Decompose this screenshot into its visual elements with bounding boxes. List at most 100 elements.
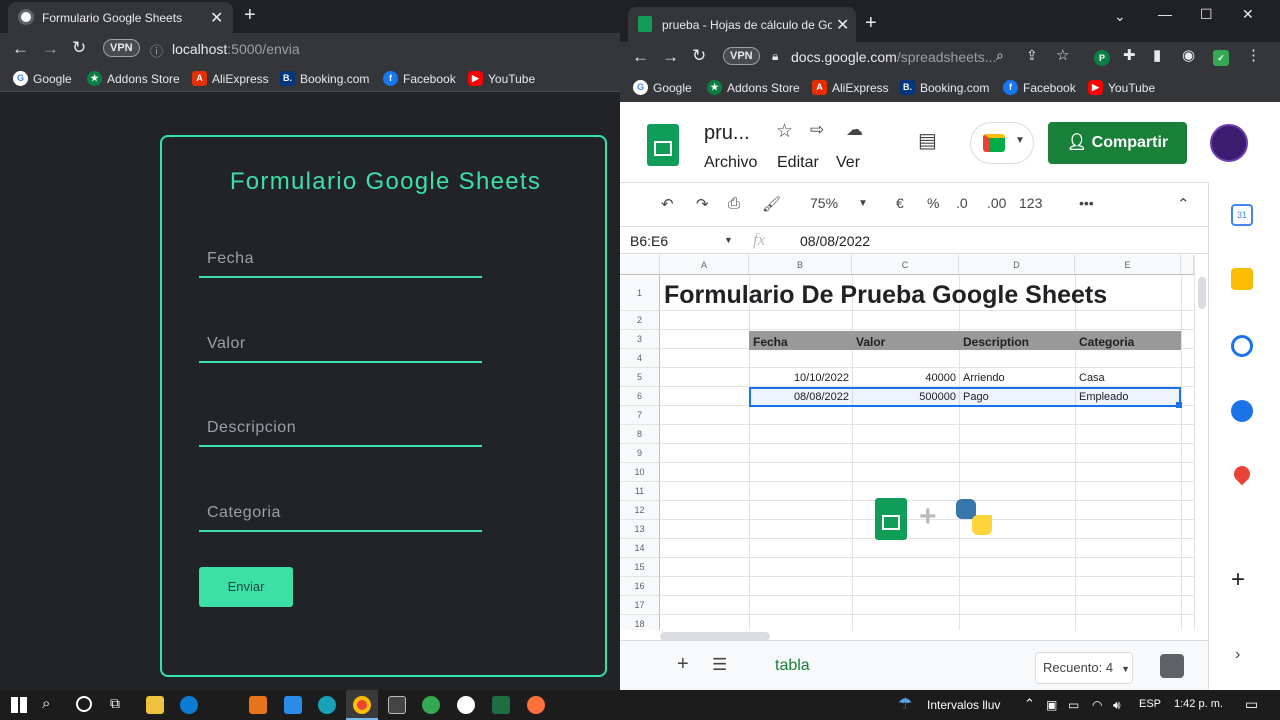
address-bar[interactable]: localhost:5000/envia [172, 41, 300, 57]
cell-c5[interactable]: 40000 [852, 372, 956, 384]
menu-ver[interactable]: Ver [836, 154, 860, 172]
bookmark-youtube[interactable]: ▶ YouTube [1088, 80, 1155, 95]
terminal-icon[interactable] [388, 696, 406, 714]
side-panel-icon[interactable]: ▮ [1153, 46, 1161, 64]
reload-icon[interactable]: ↻ [692, 46, 706, 66]
sheet-tab[interactable]: tabla [775, 657, 810, 675]
bookmark-booking[interactable]: B. Booking.com [900, 80, 989, 95]
undo-icon[interactable]: ↶ [661, 195, 674, 213]
extension-shield-icon[interactable]: ✓ [1213, 50, 1229, 66]
chevron-up-icon[interactable]: ⌃ [1024, 696, 1035, 712]
bookmark-youtube[interactable]: ▶ YouTube [468, 71, 535, 86]
menu-editar[interactable]: Editar [777, 154, 819, 172]
new-tab-icon[interactable]: + [865, 12, 877, 35]
zoom-icon[interactable]: ⌕ [996, 47, 1004, 64]
meet-button[interactable]: ▼ [970, 122, 1034, 164]
row-header[interactable]: 16 [620, 577, 660, 596]
extension-p-icon[interactable]: P [1094, 50, 1110, 66]
row-header[interactable]: 11 [620, 482, 660, 501]
language-indicator[interactable]: ESP [1139, 698, 1161, 710]
new-tab-icon[interactable]: + [244, 4, 256, 27]
right-tab[interactable]: prueba - Hojas de cálculo de Goo ✕ [628, 7, 856, 42]
zoom-select[interactable]: 75% [810, 195, 838, 211]
formula-input[interactable]: 08/08/2022 [800, 233, 870, 249]
row-header[interactable]: 7 [620, 406, 660, 425]
collapse-icon[interactable]: ⌃ [1177, 195, 1190, 213]
chrome-active-taskbar[interactable] [346, 690, 378, 720]
row-header[interactable]: 18 [620, 615, 660, 630]
row-header[interactable]: 6 [620, 387, 660, 406]
menu-dots-icon[interactable]: ⋮ [1246, 46, 1261, 64]
vpn-badge[interactable]: VPN [103, 39, 140, 57]
explore-icon[interactable] [1160, 654, 1184, 678]
column-header-b[interactable]: B [749, 255, 852, 275]
row-header[interactable]: 1 [620, 275, 660, 311]
weather-icon[interactable]: ☂ [898, 694, 912, 714]
maps-icon[interactable] [1230, 462, 1254, 486]
star-icon[interactable]: ☆ [776, 120, 793, 143]
vscode-icon[interactable] [284, 696, 302, 714]
cell-e6[interactable]: Empleado [1079, 391, 1129, 403]
cell-b5[interactable]: 10/10/2022 [749, 372, 849, 384]
close-icon[interactable]: ✕ [836, 15, 849, 35]
row-header[interactable]: 14 [620, 539, 660, 558]
tasks-icon[interactable] [1231, 335, 1253, 357]
calendar-icon[interactable]: 31 [1231, 204, 1253, 226]
extensions-puzzle-icon[interactable]: ✚ [1123, 46, 1136, 64]
row-header[interactable]: 13 [620, 520, 660, 539]
sublime-icon[interactable] [249, 696, 267, 714]
tray-icon[interactable]: ▣ [1046, 698, 1057, 712]
row-header[interactable]: 8 [620, 425, 660, 444]
doc-title[interactable]: pru... [704, 122, 750, 145]
all-sheets-icon[interactable]: ☰ [712, 655, 727, 675]
lock-icon[interactable]: 🔒︎ [772, 49, 778, 64]
volume-icon[interactable]: 🔊︎ [1113, 698, 1121, 713]
row-header[interactable]: 15 [620, 558, 660, 577]
bookmark-addons[interactable]: ★ Addons Store [707, 80, 800, 95]
bookmark-aliexpress[interactable]: A AliExpress [812, 80, 889, 95]
vertical-scrollbar[interactable] [1194, 255, 1208, 630]
more-icon[interactable]: ••• [1079, 195, 1094, 211]
tab-search-icon[interactable]: ⌄ [1114, 8, 1126, 25]
task-view-icon[interactable]: ⧉ [110, 695, 120, 712]
comments-icon[interactable]: ▤ [918, 128, 937, 153]
row-header[interactable]: 10 [620, 463, 660, 482]
header-fecha[interactable]: Fecha [753, 335, 788, 349]
increase-decimal-button[interactable]: .00 [987, 195, 1006, 211]
wifi-icon[interactable]: ◠ [1092, 698, 1102, 712]
app-icon[interactable] [457, 696, 475, 714]
row-header[interactable]: 4 [620, 349, 660, 368]
header-categoria[interactable]: Categoria [1079, 335, 1134, 349]
column-header-c[interactable]: C [852, 255, 959, 275]
sheet-title-cell[interactable]: Formulario De Prueba Google Sheets [664, 281, 1107, 310]
column-header-e[interactable]: E [1075, 255, 1181, 275]
row-header[interactable]: 3 [620, 330, 660, 349]
minimize-icon[interactable]: — [1158, 6, 1172, 22]
window-close-icon[interactable]: ✕ [1242, 6, 1254, 23]
keep-icon[interactable] [1231, 268, 1253, 290]
add-addon-icon[interactable]: + [1231, 566, 1245, 594]
bookmark-addons[interactable]: ★ Addons Store [87, 71, 180, 86]
row-header[interactable]: 5 [620, 368, 660, 387]
windows-start-icon[interactable] [11, 697, 27, 713]
excel-icon[interactable] [492, 696, 510, 714]
left-tab[interactable]: Formulario Google Sheets ✕ [8, 2, 233, 33]
search-icon[interactable]: ⌕ [42, 695, 50, 712]
reload-icon[interactable]: ↻ [72, 38, 86, 58]
add-sheet-icon[interactable]: + [677, 653, 689, 676]
select-all-corner[interactable] [620, 255, 660, 275]
profile-icon[interactable]: ◉ [1182, 46, 1195, 64]
bookmark-google[interactable]: G Google [13, 71, 72, 86]
chrome-icon[interactable] [422, 696, 440, 714]
maximize-icon[interactable]: ☐ [1200, 6, 1213, 23]
cell-b6[interactable]: 08/08/2022 [749, 391, 849, 403]
valor-input[interactable]: Valor [199, 325, 482, 363]
fill-handle[interactable] [1176, 402, 1182, 408]
bookmark-facebook[interactable]: f Facebook [383, 71, 456, 86]
info-icon[interactable]: ⓘ [150, 41, 163, 60]
enviar-button[interactable]: Enviar [199, 567, 293, 607]
cell-d6[interactable]: Pago [963, 391, 989, 403]
network-icon[interactable]: ▭ [1068, 698, 1079, 712]
format-select[interactable]: 123 [1019, 195, 1042, 211]
bookmark-facebook[interactable]: f Facebook [1003, 80, 1076, 95]
